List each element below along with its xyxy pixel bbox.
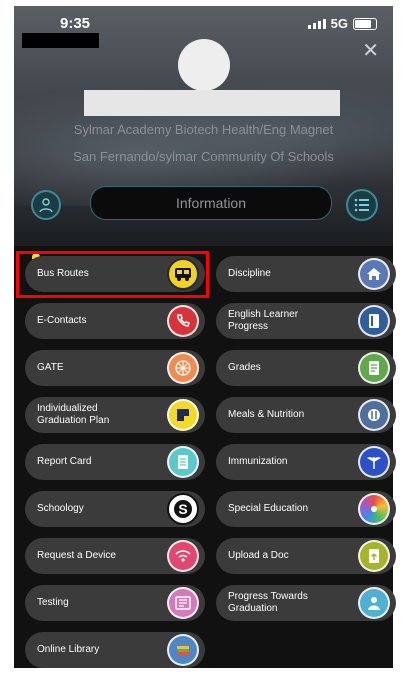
- report-card-button[interactable]: Report Card: [25, 444, 205, 480]
- signal-icon: [307, 18, 326, 29]
- schoology-label: Schoology: [37, 503, 84, 514]
- puzzle-icon: [358, 493, 390, 525]
- student-icon: [39, 198, 53, 213]
- information-tab[interactable]: Information: [90, 186, 332, 220]
- schoology-button[interactable]: Schoology S: [25, 491, 205, 527]
- information-label: Information: [175, 195, 247, 211]
- upload-a-doc-button[interactable]: Upload a Doc: [216, 538, 396, 574]
- school-community: San Fernando/sylmar Community Of Schools: [73, 149, 334, 164]
- school-name: Sylmar Academy Biotech Health/Eng Magnet: [73, 122, 334, 137]
- request-a-device-label: Request a Device: [37, 550, 116, 561]
- home-icon: [358, 258, 390, 290]
- svg-text:S: S: [178, 501, 187, 517]
- grades-button[interactable]: Grades: [216, 350, 396, 386]
- status-time: 9:35: [60, 15, 91, 32]
- gate-button[interactable]: GATE: [25, 350, 205, 386]
- menu-button[interactable]: [346, 189, 378, 221]
- schoology-icon: S: [167, 493, 199, 525]
- english-learner-progress-button[interactable]: English Learner Progress: [216, 303, 396, 339]
- online-library-label: Online Library: [37, 644, 100, 655]
- e-contacts-label: E-Contacts: [37, 315, 87, 326]
- special-education-button[interactable]: Special Education: [216, 491, 396, 527]
- testing-button[interactable]: Testing: [25, 585, 205, 621]
- wifi-icon: [167, 540, 199, 572]
- gate-icon: [167, 352, 199, 384]
- individualized-graduation-plan-label: Individualized Graduation Plan: [37, 403, 110, 426]
- network-label: 5G: [330, 16, 348, 31]
- user-name-redacted: [84, 90, 340, 116]
- caduceus-icon: [358, 446, 390, 478]
- meals-nutrition-button[interactable]: Meals & Nutrition: [216, 397, 396, 433]
- avatar: [178, 39, 230, 91]
- upload-a-doc-label: Upload a Doc: [228, 550, 289, 561]
- progress-towards-graduation-label: Progress Towards Graduation: [228, 591, 308, 614]
- english-learner-progress-label: English Learner Progress: [228, 309, 299, 332]
- immunization-button[interactable]: Immunization: [216, 444, 396, 480]
- upload-doc-icon: [358, 540, 390, 572]
- student-profile-button[interactable]: [31, 190, 61, 220]
- graduation-icon: [358, 587, 390, 619]
- redaction-box: [22, 33, 99, 48]
- status-indicators: 5G: [307, 16, 377, 31]
- online-library-button[interactable]: Online Library: [25, 632, 205, 668]
- library-icon: [167, 634, 199, 666]
- report-card-icon: [167, 446, 199, 478]
- report-card-label: Report Card: [37, 456, 92, 467]
- list-icon: [354, 198, 369, 212]
- e-contacts-button[interactable]: E-Contacts: [25, 303, 205, 339]
- phone-icon: [167, 305, 199, 337]
- testing-label: Testing: [37, 597, 69, 608]
- plan-icon: [167, 399, 199, 431]
- grades-label: Grades: [228, 362, 261, 373]
- immunization-label: Immunization: [228, 456, 288, 467]
- gate-label: GATE: [37, 362, 64, 373]
- highlight-box: [16, 251, 209, 298]
- request-a-device-button[interactable]: Request a Device: [25, 538, 205, 574]
- document-icon: [358, 352, 390, 384]
- discipline-label: Discipline: [228, 268, 271, 279]
- special-education-label: Special Education: [228, 503, 309, 514]
- individualized-graduation-plan-button[interactable]: Individualized Graduation Plan: [25, 397, 205, 433]
- meals-nutrition-label: Meals & Nutrition: [228, 409, 305, 420]
- book-icon: [358, 305, 390, 337]
- close-icon[interactable]: ✕: [362, 38, 379, 63]
- utensils-icon: [358, 399, 390, 431]
- battery-icon: [353, 17, 377, 30]
- discipline-button[interactable]: Discipline: [216, 256, 396, 292]
- testing-icon: [167, 587, 199, 619]
- progress-towards-graduation-button[interactable]: Progress Towards Graduation: [216, 585, 396, 621]
